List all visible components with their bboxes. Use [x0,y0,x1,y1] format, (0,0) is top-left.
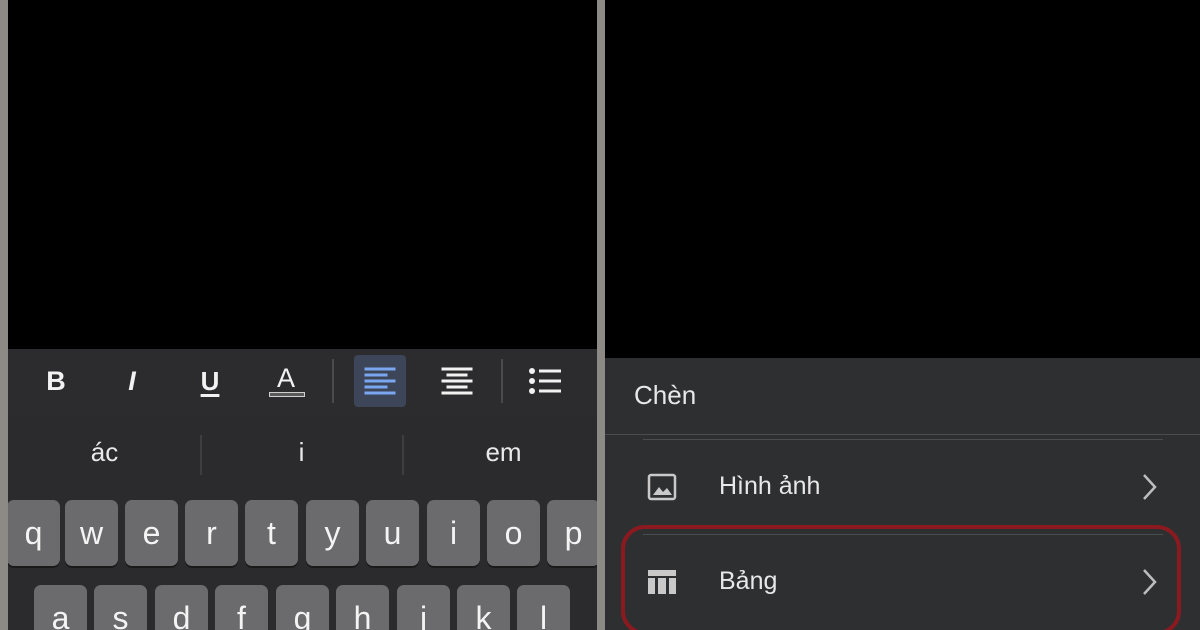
bulleted-list-button[interactable] [519,355,571,407]
key-y[interactable]: y [306,500,359,566]
item-divider [643,439,1163,440]
align-left-icon [364,367,396,395]
sheet-divider [605,434,1200,435]
align-center-icon [441,367,473,395]
key-l[interactable]: l [517,585,570,630]
menu-item-image-label: Hình ảnh [719,472,821,500]
key-k[interactable]: k [457,585,510,630]
key-p[interactable]: p [547,500,597,566]
toolbar-divider [501,359,503,403]
key-h[interactable]: h [336,585,389,630]
key-j[interactable]: j [397,585,450,630]
key-d[interactable]: d [155,585,208,630]
chevron-right-icon [1143,474,1157,500]
align-center-button[interactable] [431,355,483,407]
left-phone-screen: B I U A ác i em q w e r t y u i o p a s … [8,0,597,630]
suggestion-3[interactable]: em [407,437,597,468]
key-g[interactable]: g [276,585,329,630]
key-t[interactable]: t [245,500,298,566]
suggestion-divider [402,435,404,475]
insert-menu-sheet: Chèn Hình ảnh Bảng [605,358,1200,630]
suggestion-divider [200,435,202,475]
italic-icon: I [128,365,136,396]
underline-icon: U [200,365,220,396]
key-a[interactable]: a [34,585,87,630]
key-i[interactable]: i [427,500,480,566]
bold-button[interactable]: B [30,355,82,407]
image-icon [647,473,677,501]
document-canvas[interactable] [8,0,597,349]
key-f[interactable]: f [215,585,268,630]
format-toolbar: B I U A [8,349,597,415]
key-s[interactable]: s [94,585,147,630]
underline-button[interactable]: U [184,355,236,407]
text-color-icon: A [269,361,305,401]
align-left-button[interactable] [354,355,406,407]
bulleted-list-icon [529,368,561,394]
highlight-ring [621,525,1181,630]
key-e[interactable]: e [125,500,178,566]
key-w[interactable]: w [65,500,118,566]
key-r[interactable]: r [185,500,238,566]
key-q[interactable]: q [8,500,60,566]
document-canvas[interactable] [605,0,1200,358]
keyboard: ác i em q w e r t y u i o p a s d f g h … [8,415,597,630]
key-o[interactable]: o [487,500,540,566]
suggestion-1[interactable]: ác [8,437,201,468]
right-phone-screen: Chèn Hình ảnh Bảng [605,0,1200,630]
menu-item-image[interactable]: Hình ảnh [605,447,1200,527]
key-u[interactable]: u [366,500,419,566]
insert-menu-title: Chèn [634,380,697,410]
text-color-button[interactable]: A [261,355,313,407]
italic-button[interactable]: I [106,355,158,407]
bold-icon: B [46,365,66,396]
toolbar-divider [332,359,334,403]
suggestion-2[interactable]: i [205,437,398,468]
